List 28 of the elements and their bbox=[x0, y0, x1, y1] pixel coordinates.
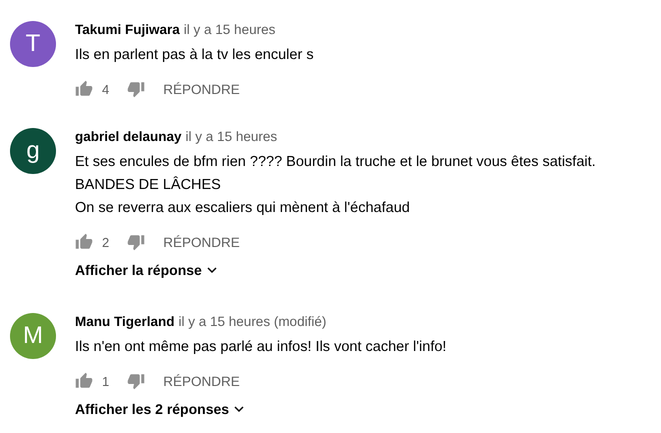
comment-time[interactable]: il y a 15 heures bbox=[186, 128, 278, 146]
comment-time[interactable]: il y a 15 heures (modifié) bbox=[178, 313, 326, 331]
avatar[interactable]: M bbox=[10, 313, 56, 359]
author-name[interactable]: Takumi Fujiwara bbox=[75, 21, 180, 39]
reply-button[interactable]: RÉPONDRE bbox=[163, 234, 240, 250]
comment-text: Ils n'en ont même pas parlé au infos! Ils vont cacher l'info! bbox=[75, 338, 446, 357]
comment-text: BANDES DE LÂCHES bbox=[75, 175, 222, 195]
thumbs-down-icon[interactable] bbox=[127, 233, 146, 251]
view-replies-button[interactable]: Afficher la réponse bbox=[75, 260, 220, 280]
comment-time[interactable]: il y a 15 heures bbox=[184, 21, 276, 39]
thumbs-up-icon[interactable] bbox=[75, 80, 93, 98]
author-name[interactable]: Manu Tigerland bbox=[75, 313, 175, 331]
avatar[interactable]: g bbox=[10, 128, 56, 174]
avatar[interactable]: T bbox=[10, 21, 56, 67]
view-replies-button[interactable]: Afficher les 2 réponses bbox=[75, 399, 248, 419]
comment-text: Et ses encules de bfm rien ???? Bourdin la truche et le brunet vous êtes satisfait. bbox=[75, 153, 596, 172]
thumbs-down-icon[interactable] bbox=[127, 372, 146, 390]
like-count: 4 bbox=[102, 82, 110, 96]
comment-text: Ils en parlent pas à la tv les enculer s bbox=[75, 46, 314, 65]
comment-text: On se reverra aux escaliers qui mènent à l'échafaud bbox=[75, 199, 411, 218]
thumbs-up-icon[interactable] bbox=[75, 372, 93, 390]
reply-button[interactable]: RÉPONDRE bbox=[163, 82, 240, 96]
reply-button[interactable]: RÉPONDRE bbox=[163, 374, 240, 388]
like-count: 1 bbox=[102, 374, 110, 388]
thumbs-down-icon[interactable] bbox=[127, 80, 146, 98]
author-name[interactable]: gabriel delaunay bbox=[75, 128, 182, 146]
like-count: 2 bbox=[102, 234, 110, 250]
thumbs-up-icon[interactable] bbox=[75, 233, 93, 251]
